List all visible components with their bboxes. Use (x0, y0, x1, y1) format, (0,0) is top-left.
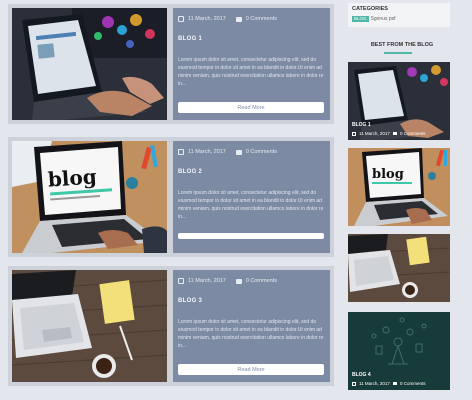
best-from-blog-title: BEST FROM THE BLOG (370, 42, 434, 48)
side-post-card[interactable]: blog (348, 148, 450, 226)
side-post-date: 11 March, 2017 (359, 131, 390, 136)
calendar-icon (178, 149, 184, 155)
calendar-icon (352, 381, 356, 386)
blog-post-card: blog 11 March, 2017 0 Comments BLOG 2 Lo… (8, 137, 334, 257)
blog-post-list: 11 March, 2017 0 Comments BLOG 1 Lorem i… (0, 0, 338, 400)
post-comments-link[interactable]: 0 Comments (246, 149, 277, 155)
categories-widget: CATEGORIES BLOG Sgonus psf (348, 3, 450, 27)
side-post-title[interactable]: BLOG 4 (352, 372, 371, 378)
post-meta: 11 March, 2017 0 Comments (178, 278, 324, 284)
categories-title: CATEGORIES (352, 6, 388, 12)
post-body: 11 March, 2017 0 Comments BLOG 2 Lorem i… (173, 141, 330, 253)
title-underline (384, 52, 412, 54)
post-comments-link[interactable]: 0 Comments (246, 16, 277, 22)
blog-post-card: 11 March, 2017 0 Comments BLOG 3 Lorem i… (8, 266, 334, 386)
side-post-meta: 11 March, 2017 0 Comments (352, 131, 425, 136)
blog-post-card: 11 March, 2017 0 Comments BLOG 1 Lorem i… (8, 4, 334, 124)
read-more-button[interactable] (178, 233, 324, 239)
post-image-desk-laptop[interactable] (12, 270, 167, 382)
calendar-icon (178, 278, 184, 284)
post-date: 11 March, 2017 (188, 278, 226, 284)
side-post-card[interactable] (348, 234, 450, 302)
post-meta: 11 March, 2017 0 Comments (178, 16, 324, 22)
sidebar: CATEGORIES BLOG Sgonus psf BEST FROM THE… (342, 0, 472, 400)
post-title[interactable]: BLOG 2 (178, 169, 324, 175)
side-post-comments[interactable]: 0 Comments (400, 381, 426, 386)
category-label[interactable]: Sgonus psf (371, 16, 396, 22)
svg-text:blog: blog (47, 164, 97, 191)
comment-icon (235, 149, 242, 155)
comment-icon (235, 278, 242, 284)
post-title[interactable]: BLOG 3 (178, 298, 324, 304)
read-more-button[interactable]: Read More (178, 364, 324, 375)
side-post-comments[interactable]: 0 Comments (400, 131, 426, 136)
calendar-icon (352, 131, 356, 136)
post-excerpt: Lorem ipsum dolor sit amet, consectetur … (178, 319, 324, 349)
post-image-laptop-typing[interactable] (12, 8, 167, 120)
comment-icon (392, 382, 397, 385)
svg-text:blog: blog (372, 167, 404, 182)
post-body: 11 March, 2017 0 Comments BLOG 3 Lorem i… (173, 270, 330, 382)
calendar-icon (178, 16, 184, 22)
post-body: 11 March, 2017 0 Comments BLOG 1 Lorem i… (173, 8, 330, 120)
post-comments-link[interactable]: 0 Comments (246, 278, 277, 284)
comment-icon (392, 132, 397, 135)
post-excerpt: Lorem ipsum dolor sit amet, consectetur … (178, 57, 324, 87)
read-more-button[interactable]: Read More (178, 102, 324, 113)
side-post-meta: 11 March, 2017 0 Comments (352, 381, 425, 386)
side-post-title[interactable]: BLOG 1 (352, 122, 371, 128)
side-post-date: 11 March, 2017 (359, 381, 390, 386)
post-meta: 11 March, 2017 0 Comments (178, 149, 324, 155)
side-post-card[interactable]: BLOG 1 11 March, 2017 0 Comments (348, 62, 450, 140)
side-post-card[interactable]: BLOG 4 11 March, 2017 0 Comments (348, 312, 450, 390)
category-tag[interactable]: BLOG (352, 16, 369, 22)
post-title[interactable]: BLOG 1 (178, 36, 324, 42)
post-date: 11 March, 2017 (188, 149, 226, 155)
post-date: 11 March, 2017 (188, 16, 226, 22)
category-item[interactable]: BLOG Sgonus psf (352, 16, 446, 22)
comment-icon (235, 16, 242, 22)
post-image-blog-laptop[interactable]: blog (12, 141, 167, 253)
post-excerpt: Lorem ipsum dolor sit amet, consectetur … (178, 190, 324, 220)
